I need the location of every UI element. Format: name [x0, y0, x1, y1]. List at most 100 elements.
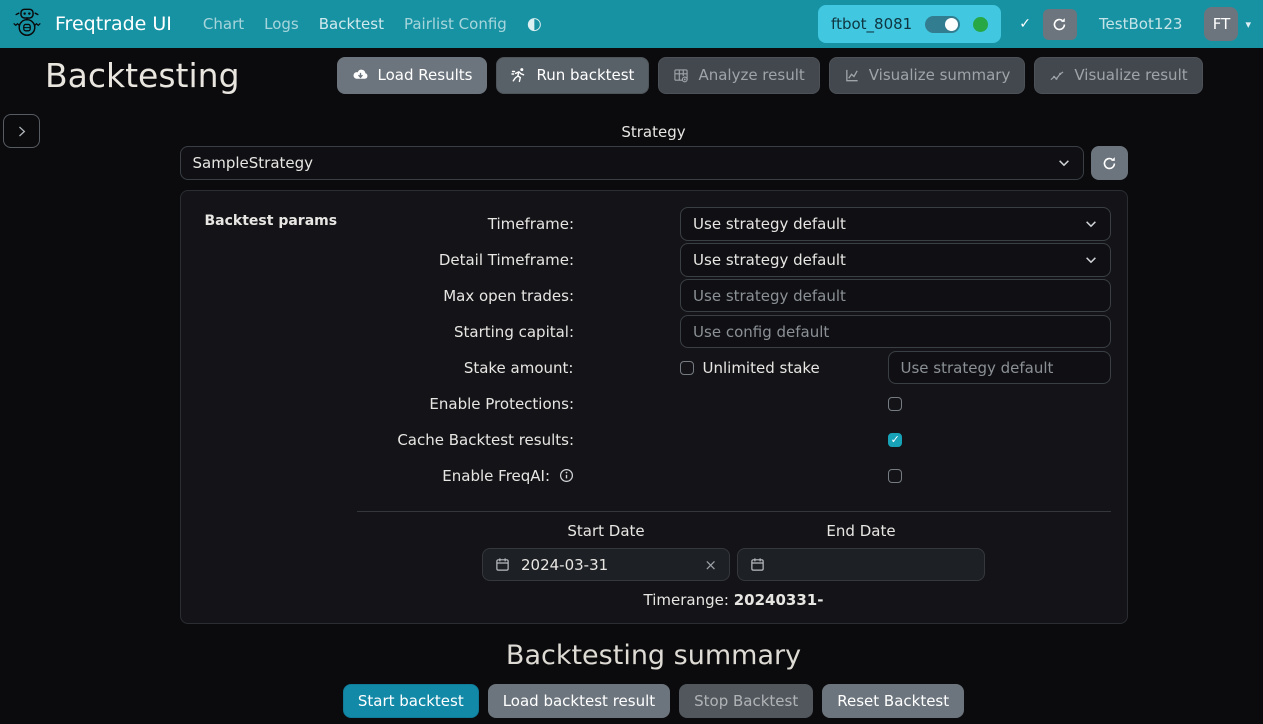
date-range-section: Start Date 2024-03-31 × End Date	[482, 522, 985, 581]
button-label: Reset Backtest	[837, 692, 949, 710]
button-label: Visualize result	[1074, 66, 1187, 84]
starting-capital-input[interactable]	[680, 315, 1110, 348]
chevron-down-icon[interactable]: ▾	[1245, 18, 1251, 31]
run-icon	[511, 67, 527, 83]
user-avatar[interactable]: FT	[1204, 7, 1238, 41]
theme-toggle-icon[interactable]: ◐	[527, 14, 542, 34]
refresh-icon	[1052, 17, 1067, 32]
bot-online-status-dot	[973, 17, 988, 32]
sidebar-expand-button[interactable]	[3, 114, 40, 148]
load-backtest-result-button[interactable]: Load backtest result	[488, 684, 670, 718]
brand-title: Freqtrade UI	[55, 13, 172, 35]
check-icon: ✓	[1019, 16, 1031, 32]
toggle-knob	[945, 18, 958, 31]
visualize-summary-button[interactable]: Visualize summary	[829, 57, 1026, 94]
max-open-trades-label: Max open trades:	[197, 287, 575, 305]
max-open-trades-input[interactable]	[680, 279, 1110, 312]
cache-backtest-label: Cache Backtest results:	[197, 431, 575, 449]
backtest-params-card: Backtest params Timeframe: Use strategy …	[180, 190, 1128, 624]
bot-name: ftbot_8081	[831, 15, 912, 33]
stake-amount-label: Stake amount:	[197, 359, 574, 377]
button-label: Load Results	[378, 66, 473, 84]
navbar: Freqtrade UI Chart Logs Backtest Pairlis…	[0, 0, 1263, 48]
end-date-input[interactable]	[737, 548, 985, 581]
summary-title: Backtesting summary	[180, 640, 1128, 671]
enable-protections-label: Enable Protections:	[197, 395, 575, 413]
avatar-initials: FT	[1213, 15, 1231, 33]
strategy-select[interactable]: SampleStrategy	[180, 146, 1084, 180]
button-label: Visualize summary	[869, 66, 1011, 84]
header-actions: Load Results Run backtest Analyze result…	[337, 57, 1203, 94]
button-label: Run backtest	[536, 66, 634, 84]
calendar-icon	[495, 557, 510, 572]
chevron-right-icon	[15, 125, 28, 138]
info-icon[interactable]	[559, 468, 574, 483]
nav-link-chart[interactable]: Chart	[193, 7, 254, 41]
detail-timeframe-label: Detail Timeframe:	[197, 251, 575, 269]
nav-link-pairlist-config[interactable]: Pairlist Config	[394, 7, 517, 41]
summary-buttons: Start backtest Load backtest result Stop…	[180, 684, 1128, 718]
reload-strategies-button[interactable]	[1091, 146, 1128, 180]
cache-backtest-checkbox[interactable]	[888, 433, 902, 447]
detail-timeframe-row: Detail Timeframe: Use strategy default	[197, 243, 1111, 276]
max-open-trades-row: Max open trades:	[197, 279, 1111, 312]
card-title: Backtest params	[205, 213, 338, 229]
select-value: Use strategy default	[693, 215, 846, 233]
starting-capital-label: Starting capital:	[197, 323, 575, 341]
divider	[357, 511, 1111, 512]
stop-backtest-button[interactable]: Stop Backtest	[679, 684, 813, 718]
stake-amount-input[interactable]	[888, 351, 1111, 384]
button-label: Load backtest result	[503, 692, 655, 710]
cache-backtest-row: Cache Backtest results:	[197, 423, 1111, 456]
start-date-label: Start Date	[482, 522, 730, 540]
button-label: Stop Backtest	[694, 692, 798, 710]
bot-username: TestBot123	[1099, 15, 1183, 33]
strategy-selected-value: SampleStrategy	[193, 154, 314, 172]
starting-capital-row: Starting capital:	[197, 315, 1111, 348]
enable-freqai-checkbox[interactable]	[888, 469, 902, 483]
enable-freqai-row: Enable FreqAI:	[197, 459, 1111, 492]
graph-points-icon	[1049, 68, 1065, 83]
refresh-icon	[1102, 156, 1117, 171]
chevron-down-icon	[1084, 217, 1098, 231]
chevron-down-icon	[1084, 253, 1098, 267]
strategy-row: SampleStrategy	[180, 146, 1128, 180]
unlimited-stake-checkbox-group[interactable]: Unlimited stake	[680, 359, 888, 377]
enable-freqai-label: Enable FreqAI:	[442, 467, 550, 485]
chart-line-icon	[844, 68, 860, 83]
reload-bot-button[interactable]	[1043, 9, 1077, 40]
bot-toggle-switch[interactable]	[925, 16, 960, 33]
bot-selector[interactable]: ftbot_8081	[818, 5, 1001, 43]
select-value: Use strategy default	[693, 251, 846, 269]
nav-links: Chart Logs Backtest Pairlist Config	[193, 7, 517, 41]
clear-date-icon[interactable]: ×	[704, 556, 717, 574]
stake-amount-row: Stake amount: Unlimited stake	[197, 351, 1111, 384]
start-date-input[interactable]: 2024-03-31 ×	[482, 548, 730, 581]
timerange-text: Timerange: 20240331-	[357, 591, 1111, 609]
visualize-result-button[interactable]: Visualize result	[1034, 57, 1202, 94]
start-date-value: 2024-03-31	[521, 556, 608, 574]
cloud-download-icon	[352, 68, 369, 82]
nav-link-backtest[interactable]: Backtest	[309, 7, 394, 41]
unlimited-stake-label: Unlimited stake	[703, 359, 820, 377]
timerange-value: 20240331-	[734, 591, 824, 609]
enable-protections-checkbox[interactable]	[888, 397, 902, 411]
timerange-label: Timerange:	[644, 591, 729, 609]
table-gear-icon	[673, 68, 689, 83]
brand[interactable]: Freqtrade UI	[8, 3, 172, 45]
run-backtest-button[interactable]: Run backtest	[496, 57, 649, 94]
strategy-label: Strategy	[180, 123, 1128, 141]
analyze-result-button[interactable]: Analyze result	[658, 57, 819, 94]
load-results-button[interactable]: Load Results	[337, 57, 488, 94]
main-content: Strategy SampleStrategy Backtest params …	[44, 123, 1263, 718]
chevron-down-icon	[1057, 156, 1071, 170]
page-title: Backtesting	[45, 56, 240, 95]
timeframe-select[interactable]: Use strategy default	[680, 207, 1110, 241]
detail-timeframe-select[interactable]: Use strategy default	[680, 243, 1110, 277]
freqtrade-robot-logo-icon	[8, 3, 46, 45]
nav-link-logs[interactable]: Logs	[254, 7, 309, 41]
unlimited-stake-checkbox[interactable]	[680, 361, 694, 375]
end-date-label: End Date	[737, 522, 985, 540]
start-backtest-button[interactable]: Start backtest	[343, 684, 479, 718]
reset-backtest-button[interactable]: Reset Backtest	[822, 684, 964, 718]
